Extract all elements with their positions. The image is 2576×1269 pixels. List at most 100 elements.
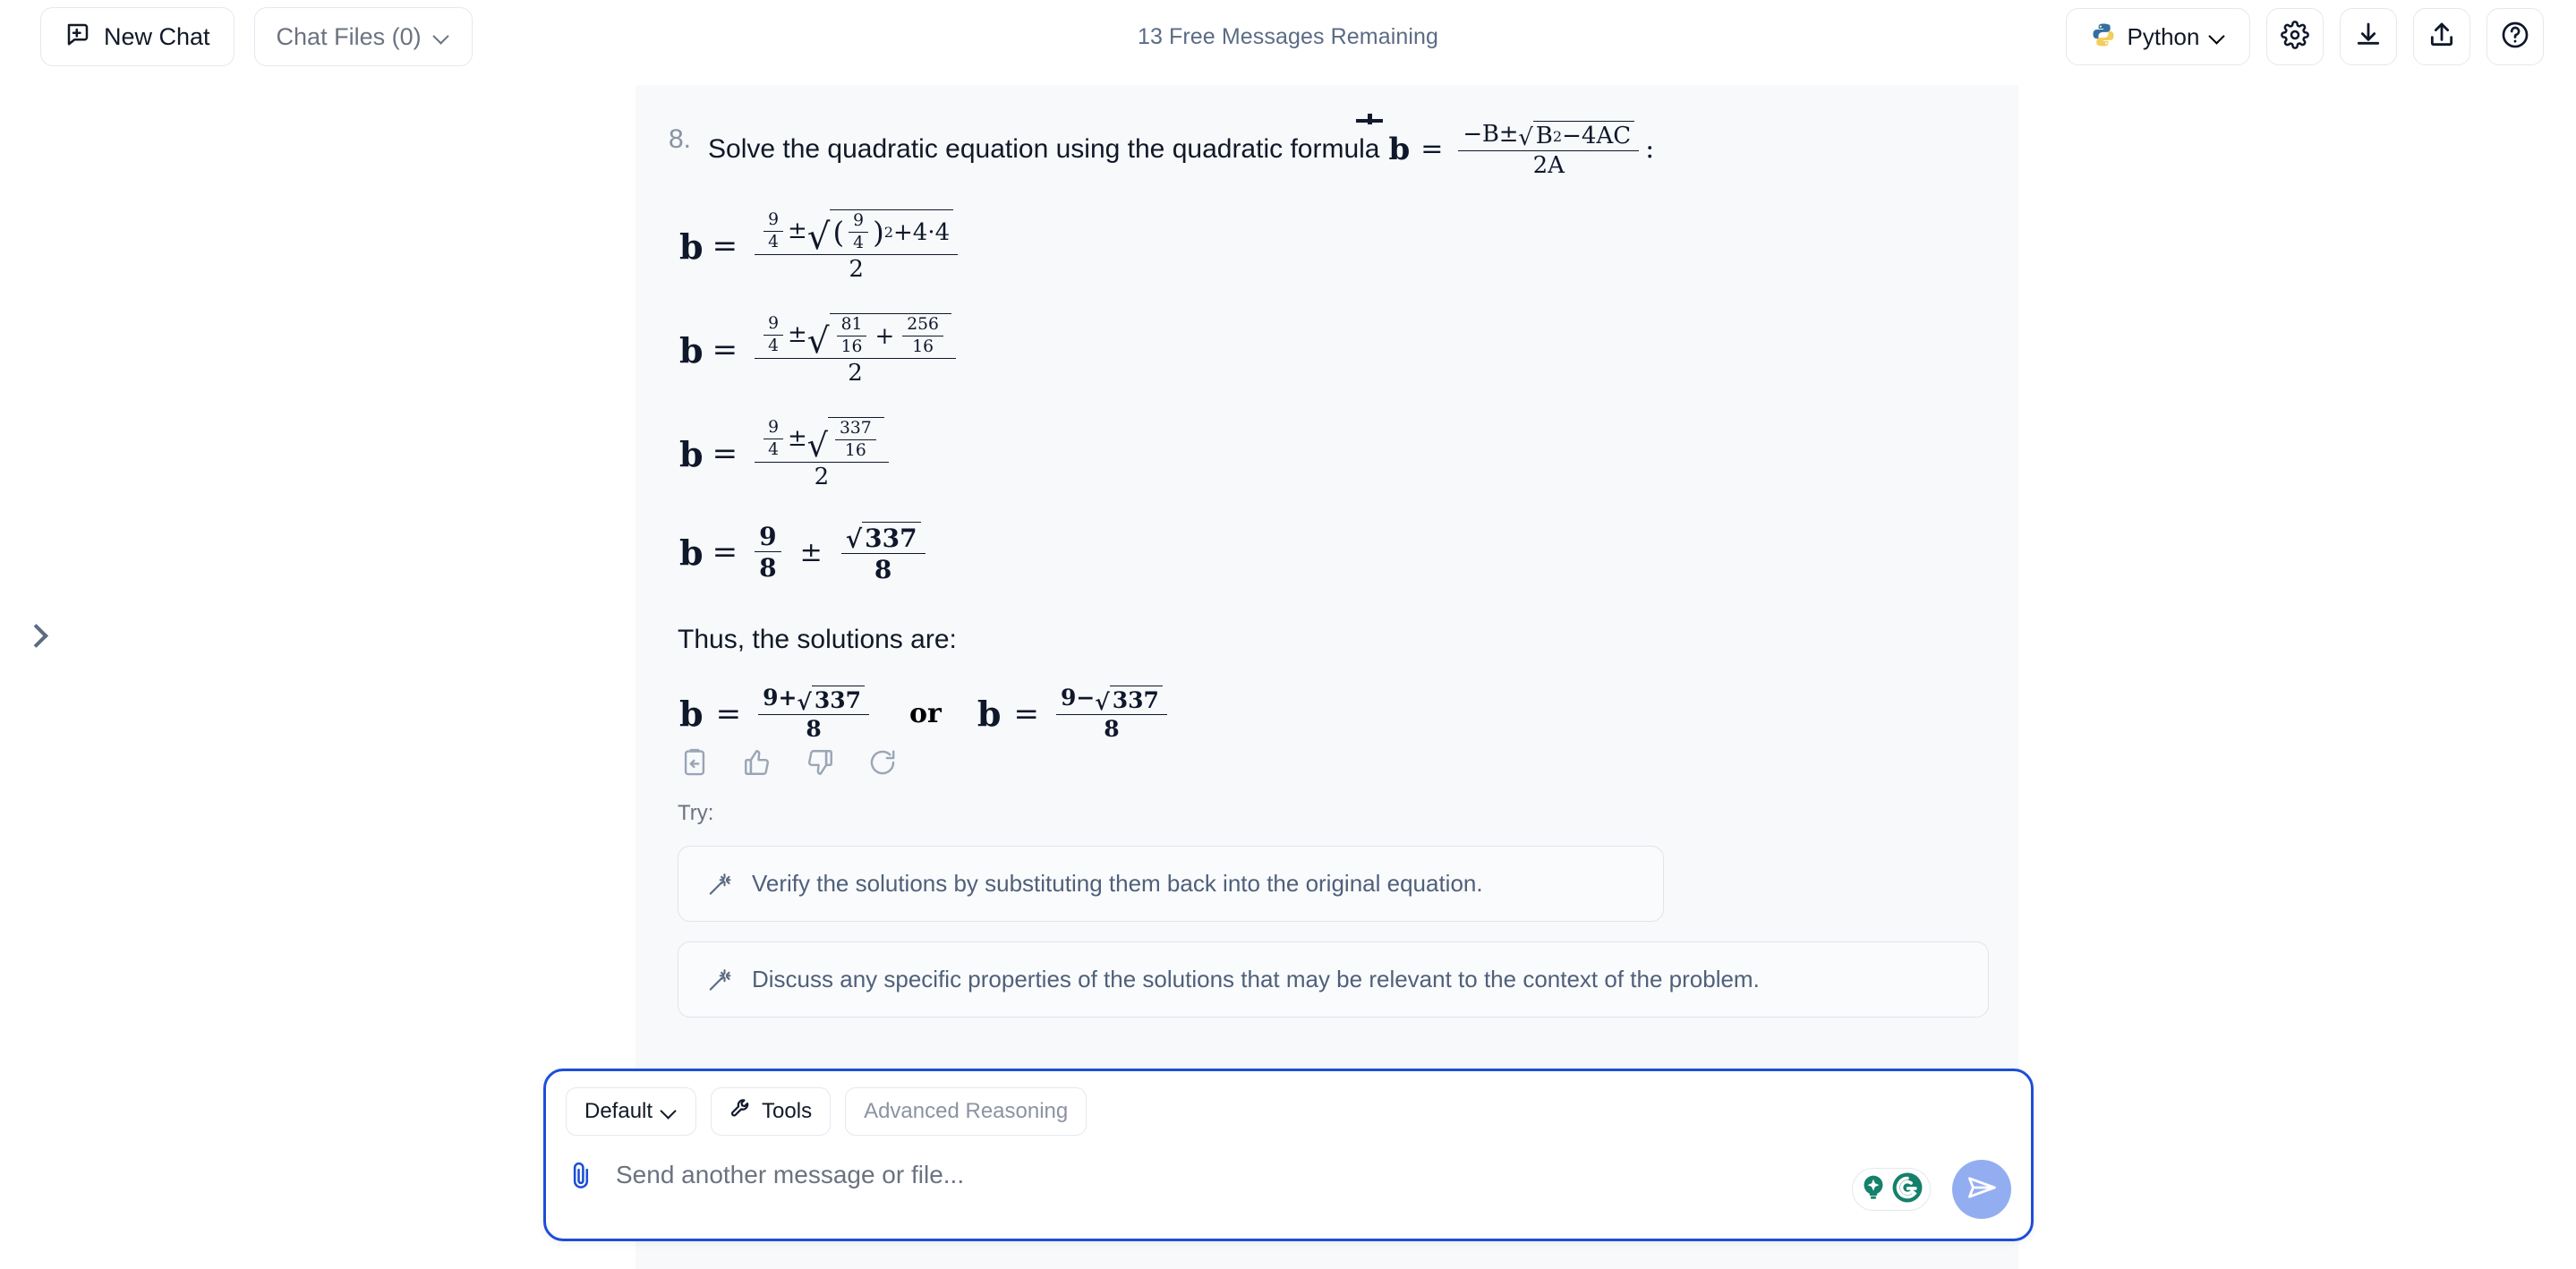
mode-selector-button[interactable]: Default <box>566 1087 697 1136</box>
equation-row-1: b = 9 4 ± √ (9 4) 2 +4·4 2 <box>679 209 1989 283</box>
settings-button[interactable] <box>2266 8 2324 65</box>
grammarly-widget[interactable] <box>1852 1168 1931 1211</box>
equation-term-1: 9 8 <box>755 523 781 583</box>
equation-row-2: b = 9 4 ± √ 81 16 +256 16 2 <box>679 313 1989 387</box>
equation-lhs: b <box>679 433 704 474</box>
solution-right-lhs: b <box>977 694 1002 735</box>
solution-left-fraction: 9+ √ 337 8 <box>758 686 870 743</box>
equation-denominator: 2 <box>848 360 863 388</box>
quadratic-formula: −B± √ B 2 −4AC 2A <box>1458 121 1640 180</box>
composer-right-controls <box>1852 1160 2011 1219</box>
solutions-row: b = 9+ √ 337 8 or b = 9− √ 337 8 <box>679 686 1989 742</box>
topbar-right-group: Python <box>2066 8 2544 65</box>
question-circle-icon <box>2500 20 2530 55</box>
chat-plus-icon <box>64 21 91 54</box>
chat-files-label: Chat Files (0) <box>276 22 422 50</box>
suggestion-button-2[interactable]: Discuss any specific properties of the s… <box>678 941 1989 1018</box>
share-upload-icon <box>2427 21 2456 54</box>
thumbs-up-icon[interactable] <box>742 747 772 778</box>
top-bar: New Chat Chat Files (0) 13 Free Messages… <box>0 0 2576 73</box>
formula-numerator-text: −B± <box>1463 121 1519 149</box>
equation-fraction: 9 4 ± √ 81 16 +256 16 2 <box>755 313 956 387</box>
wrench-icon <box>729 1097 753 1127</box>
python-logo-icon <box>2090 21 2117 53</box>
plus-minus-sign: ± <box>799 536 823 568</box>
advanced-reasoning-button[interactable]: Advanced Reasoning <box>845 1087 1088 1136</box>
solution-left-equals: = <box>715 695 742 732</box>
send-paper-plane-icon <box>1966 1171 1998 1208</box>
sidebar-expand-button[interactable] <box>16 616 54 653</box>
equation-equals: = <box>712 228 738 265</box>
solution-right-equals: = <box>1013 695 1039 732</box>
clipped-equation-above <box>1356 114 1410 126</box>
tools-button[interactable]: Tools <box>711 1087 832 1136</box>
help-button[interactable] <box>2486 8 2544 65</box>
message-composer[interactable]: Default Tools Advanced Reasoning Send an… <box>543 1069 2034 1241</box>
new-chat-label: New Chat <box>104 22 210 50</box>
solution-right-denominator: 8 <box>1104 716 1120 743</box>
formula-colon: : <box>1645 133 1655 166</box>
formula-denominator: 2A <box>1532 152 1565 180</box>
suggestion-text: Verify the solutions by substituting the… <box>752 870 1483 898</box>
equation-lhs: b <box>679 329 704 370</box>
download-button[interactable] <box>2340 8 2397 65</box>
step-text: Solve the quadratic equation using the q… <box>708 134 1380 165</box>
equation-fraction: 9 4 ± √ (9 4) 2 +4·4 2 <box>755 209 959 284</box>
term1-numerator: 9 <box>755 523 781 553</box>
term1-denominator: 8 <box>759 553 777 583</box>
new-chat-button[interactable]: New Chat <box>40 7 235 66</box>
sparkle-wand-icon <box>707 967 734 993</box>
try-label: Try: <box>678 801 714 826</box>
step-content: Solve the quadratic equation using the q… <box>708 121 1654 179</box>
equation-denominator: 2 <box>849 256 864 284</box>
message-actions <box>679 747 1989 778</box>
copy-icon[interactable] <box>679 747 710 778</box>
equation-denominator: 2 <box>814 464 830 491</box>
language-label: Python <box>2127 22 2200 50</box>
message-input-placeholder[interactable]: Send another message or file... <box>616 1161 964 1189</box>
regenerate-icon[interactable] <box>867 747 898 778</box>
grammarly-g-icon[interactable] <box>1890 1171 1924 1209</box>
suggestion-text: Discuss any specific properties of the s… <box>752 966 1760 993</box>
topbar-left-group: New Chat Chat Files (0) <box>40 7 473 66</box>
equation-fraction: 9 4 ± √ 337 16 2 <box>755 417 889 490</box>
sparkle-wand-icon <box>707 871 734 898</box>
equation-row-3: b = 9 4 ± √ 337 16 2 <box>679 417 1989 490</box>
equation-lhs: b <box>679 532 704 573</box>
paperclip-icon[interactable] <box>567 1159 596 1191</box>
advanced-reasoning-label: Advanced Reasoning <box>864 1099 1069 1123</box>
chevron-down-icon <box>434 29 450 45</box>
mode-label: Default <box>584 1099 653 1123</box>
chat-files-button[interactable]: Chat Files (0) <box>253 7 473 66</box>
equation-lhs: b <box>679 226 704 267</box>
tools-label: Tools <box>762 1099 813 1123</box>
gear-icon <box>2281 20 2309 54</box>
chevron-right-icon <box>25 625 45 644</box>
download-icon <box>2354 21 2383 54</box>
composer-toolbar: Default Tools Advanced Reasoning <box>546 1071 2031 1136</box>
bulb-sparkle-icon[interactable] <box>1858 1172 1889 1207</box>
equation-equals: = <box>712 332 738 369</box>
formula-variable: b <box>1388 131 1411 167</box>
chevron-down-icon <box>2210 29 2226 45</box>
chat-message: 8. Solve the quadratic equation using th… <box>635 114 2018 1018</box>
language-selector-button[interactable]: Python <box>2066 8 2250 65</box>
equation-equals: = <box>712 436 738 473</box>
conclusion-text: Thus, the solutions are: <box>678 625 957 655</box>
solution-or-label: or <box>909 698 942 730</box>
share-button[interactable] <box>2413 8 2470 65</box>
equation-equals: = <box>712 534 738 571</box>
equation-row-4: b = 9 8 ± √ 337 8 <box>679 521 1989 583</box>
step-number: 8. <box>669 124 692 154</box>
suggestion-button-1[interactable]: Verify the solutions by substituting the… <box>678 846 1664 923</box>
solution-right-fraction: 9− √ 337 8 <box>1055 686 1167 743</box>
term2-denominator: 8 <box>874 554 892 584</box>
chevron-down-icon <box>661 1103 678 1120</box>
solution-left-denominator: 8 <box>806 716 822 743</box>
send-button[interactable] <box>1952 1160 2011 1219</box>
equation-term-2: √ 337 8 <box>840 521 925 584</box>
formula-equals: = <box>1420 133 1444 166</box>
thumbs-down-icon[interactable] <box>805 747 835 778</box>
solution-left-lhs: b <box>679 694 704 735</box>
composer-input-row[interactable]: Send another message or file... <box>546 1136 2031 1191</box>
